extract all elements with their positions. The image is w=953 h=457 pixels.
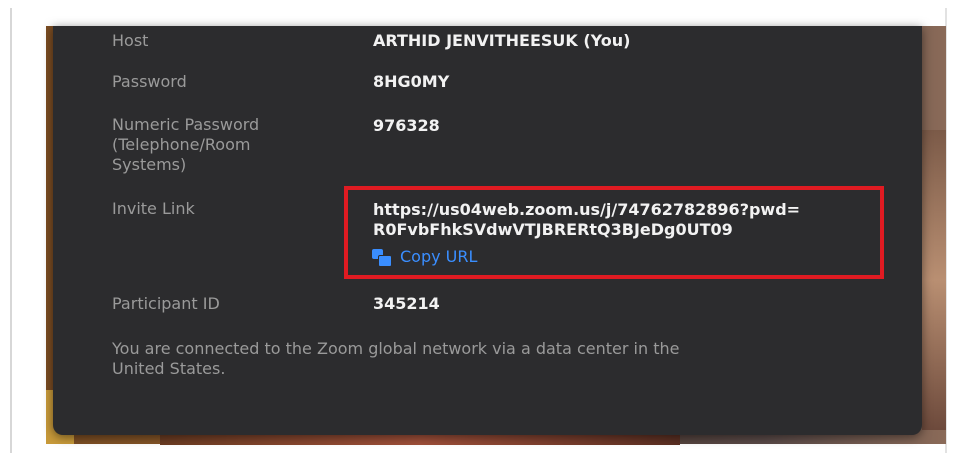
password-label: Password: [112, 72, 187, 91]
invite-link-label: Invite Link: [112, 199, 195, 218]
password-value: 8HG0MY: [373, 72, 450, 91]
invite-link-highlight: [344, 186, 884, 279]
participant-id-label: Participant ID: [112, 294, 220, 313]
numeric-password-label-line: Numeric Password: [112, 115, 260, 134]
participant-id-value: 345214: [373, 294, 440, 313]
network-note-line: United States.: [112, 359, 226, 378]
numeric-password-label: Numeric Password (Telephone/Room Systems…: [112, 115, 259, 175]
page-top-margin: [0, 0, 953, 26]
frame-border-left: [10, 8, 12, 453]
host-label: Host: [112, 31, 149, 50]
background-video-detail: [922, 130, 946, 430]
host-value: ARTHID JENVITHEESUK (You): [373, 31, 631, 50]
network-note-line: You are connected to the Zoom global net…: [112, 339, 680, 358]
numeric-password-value: 976328: [373, 116, 440, 135]
numeric-password-label-line: (Telephone/Room: [112, 135, 251, 154]
network-note: You are connected to the Zoom global net…: [112, 339, 679, 379]
numeric-password-label-line: Systems): [112, 155, 187, 174]
